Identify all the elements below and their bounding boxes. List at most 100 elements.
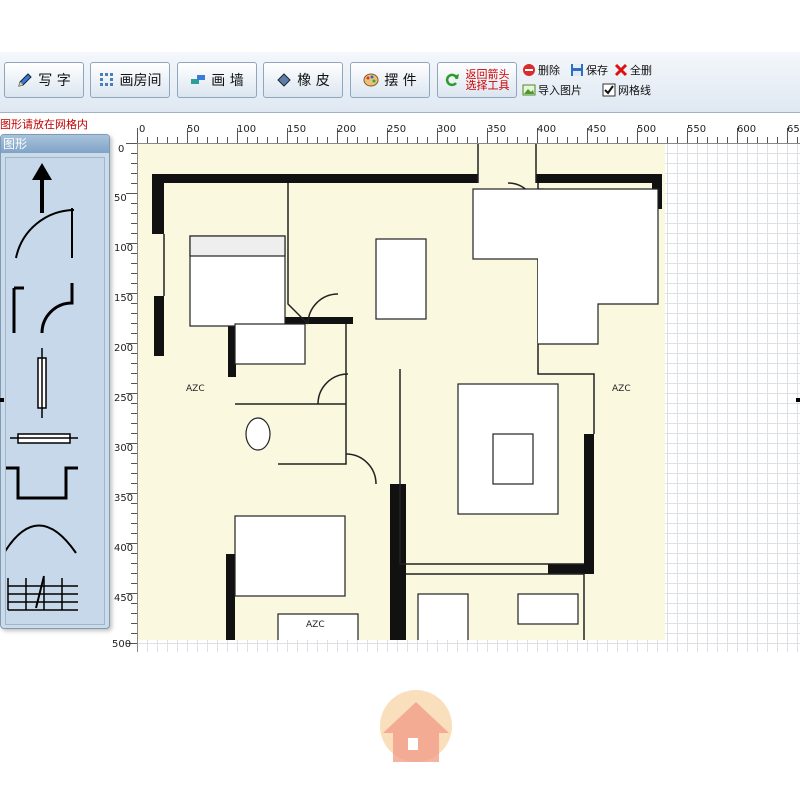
shape-window-vertical-icon[interactable] — [37, 348, 47, 418]
plan-bathroom-counter — [234, 323, 306, 365]
red-x-icon — [614, 63, 628, 77]
save-label: 保存 — [586, 64, 608, 77]
hruler-label: 600 — [737, 124, 757, 135]
shape-double-door-icon[interactable] — [12, 283, 74, 334]
floorplan-drawing — [152, 144, 662, 652]
delete-all-button[interactable]: 全删 — [614, 62, 652, 78]
plan-label: AZC — [306, 620, 325, 630]
import-image-label: 导入图片 — [538, 84, 582, 97]
draw-wall-label: 画 墙 — [211, 73, 244, 89]
vruler-label: 500 — [112, 639, 132, 650]
hruler-label: 50 — [187, 124, 200, 135]
hruler-label: 300 — [437, 124, 457, 135]
delete-label: 删除 — [538, 64, 560, 77]
floorplan-image[interactable]: AZC AZC AZC — [138, 144, 665, 652]
eraser-label: 橡 皮 — [297, 73, 330, 89]
plan-bed-pillows — [189, 235, 286, 257]
plan-wall — [584, 434, 594, 574]
shape-window-horizontal-icon[interactable] — [10, 433, 78, 444]
hruler-label: 100 — [237, 124, 257, 135]
draw-room-button[interactable]: 画房间 — [90, 62, 170, 98]
house-logo-icon — [380, 690, 452, 762]
vruler-label: 0 — [118, 144, 125, 155]
hruler-label: 0 — [139, 124, 146, 135]
plan-planter — [417, 593, 469, 645]
vruler-label: 200 — [114, 343, 134, 354]
resize-handle[interactable] — [796, 398, 800, 402]
plan-wall — [152, 174, 164, 234]
plan-rug — [472, 188, 544, 260]
plan-bed — [234, 515, 346, 597]
place-item-label: 摆 件 — [384, 73, 417, 89]
plan-door-arc — [317, 373, 349, 405]
shape-arch-icon[interactable] — [3, 524, 77, 554]
refresh-icon — [445, 73, 459, 87]
resize-handle[interactable] — [0, 398, 4, 402]
hruler-label: 550 — [687, 124, 707, 135]
draw-wall-button[interactable]: 画 墙 — [177, 62, 257, 98]
gridlines-label: 网格线 — [618, 84, 651, 97]
hruler-label: 500 — [637, 124, 657, 135]
grid-hint-text: 图形请放在网格内 — [0, 118, 88, 131]
hruler-label: 250 — [387, 124, 407, 135]
plan-coffee-table — [492, 433, 534, 485]
shapes-palette — [3, 163, 78, 611]
shapes-panel: 图形 — [0, 134, 110, 629]
delete-all-label: 全删 — [630, 64, 652, 77]
shape-door-arc-icon[interactable] — [15, 208, 75, 259]
draw-room-label: 画房间 — [119, 73, 162, 89]
import-image-button[interactable]: 导入图片 — [522, 82, 582, 98]
plan-label: AZC — [186, 384, 205, 394]
hruler-label: 200 — [337, 124, 357, 135]
plan-dining-table — [375, 238, 427, 320]
no-entry-icon — [523, 64, 535, 76]
eraser-icon — [277, 73, 291, 87]
vruler-label: 50 — [114, 193, 127, 204]
vruler-label: 350 — [114, 493, 134, 504]
save-button[interactable]: 保存 — [570, 62, 608, 78]
horizontal-ruler: 0 50 100 150 200 250 300 350 400 450 500… — [137, 124, 800, 144]
gridlines-toggle[interactable]: 网格线 — [602, 82, 651, 98]
shapes-panel-title[interactable]: 图形 — [1, 135, 109, 153]
plan-wall — [154, 296, 164, 356]
plan-wall — [548, 564, 594, 574]
hruler-label: 650 — [787, 124, 800, 135]
plan-wall — [536, 174, 662, 183]
plan-wall — [226, 554, 235, 652]
plan-toilet — [245, 417, 271, 451]
plan-entry-door — [477, 144, 537, 183]
write-text-label: 写 字 — [38, 73, 71, 89]
delete-button[interactable]: 删除 — [522, 62, 560, 78]
vruler-label: 300 — [114, 443, 134, 454]
plan-wall — [390, 484, 406, 652]
vruler-label: 150 — [114, 293, 134, 304]
floppy-disk-icon — [571, 64, 583, 76]
shapes-panel-body — [3, 157, 105, 625]
vruler-label: 100 — [114, 243, 134, 254]
plan-wall — [152, 174, 478, 183]
palette-icon — [363, 73, 379, 87]
plan-wall-outline — [287, 183, 309, 325]
hruler-label: 400 — [537, 124, 557, 135]
vruler-label: 400 — [114, 543, 134, 554]
pencil-icon — [18, 73, 32, 87]
return-arrow-tool-label: 返回箭头选择工具 — [465, 68, 510, 92]
toolbar: 写 字 画房间 画 墙 橡 皮 摆 件 返回箭头选择工具 删除 保存 全删 导入… — [0, 52, 800, 113]
room-grid-icon — [99, 73, 113, 86]
vruler-label: 450 — [114, 593, 134, 604]
shape-bay-window-icon[interactable] — [6, 466, 78, 500]
place-item-button[interactable]: 摆 件 — [350, 62, 430, 98]
shape-arrow-icon[interactable] — [32, 163, 52, 213]
write-text-button[interactable]: 写 字 — [4, 62, 84, 98]
hruler-label: 150 — [287, 124, 307, 135]
return-arrow-tool-button[interactable]: 返回箭头选择工具 — [437, 62, 517, 98]
eraser-button[interactable]: 橡 皮 — [263, 62, 343, 98]
shape-staircase-icon[interactable] — [7, 575, 78, 611]
image-icon — [522, 84, 536, 96]
app-window: 写 字 画房间 画 墙 橡 皮 摆 件 返回箭头选择工具 删除 保存 全删 导入… — [0, 52, 800, 652]
vruler-label: 250 — [114, 393, 134, 404]
hruler-label: 350 — [487, 124, 507, 135]
vertical-ruler: 0 50 100 150 200 250 300 350 400 450 500 — [112, 143, 138, 652]
plan-door-arc — [345, 453, 377, 485]
plan-label: AZC — [612, 384, 631, 394]
